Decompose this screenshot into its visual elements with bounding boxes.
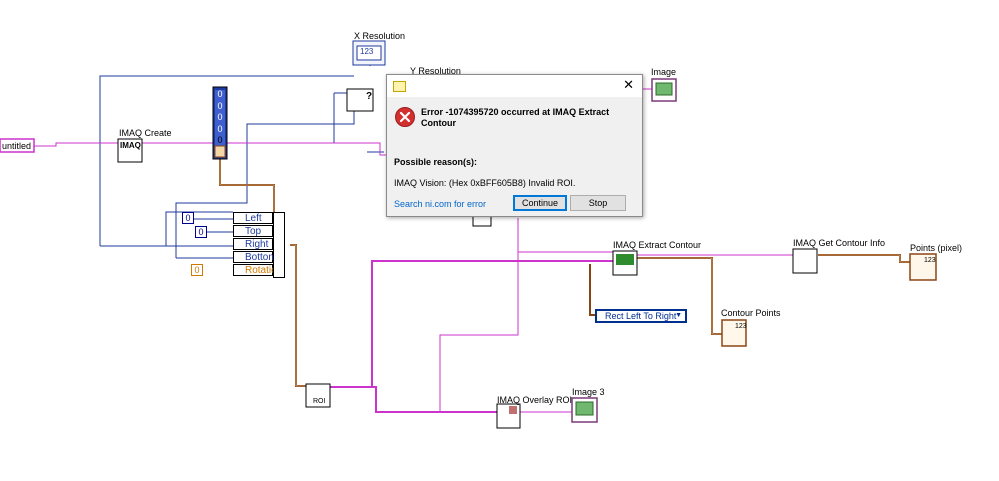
image-3-label: Image 3 — [572, 387, 605, 397]
string-constant[interactable]: untitled — [2, 141, 31, 151]
imaq-overlay-roi-node-mark — [509, 406, 517, 414]
error-reason-text: IMAQ Vision: (Hex 0xBFF605B8) Invalid RO… — [394, 178, 576, 188]
dialog-titlebar: ✕ — [387, 75, 642, 97]
question-tag: ? — [366, 91, 373, 102]
rotation-constant[interactable]: 0 — [191, 264, 203, 276]
error-dialog: ✕ Error -1074395720 occurred at IMAQ Ext… — [386, 74, 643, 217]
labview-app-icon — [393, 81, 406, 92]
imaq-create-tag: IMAQ — [120, 141, 141, 150]
imaq-create-label: IMAQ Create — [119, 128, 172, 138]
x-resolution-value: 123 — [360, 47, 374, 56]
image-label: Image — [651, 67, 677, 77]
contour-points-label: Contour Points — [721, 308, 781, 318]
x-resolution-label: X Resolution — [354, 31, 406, 41]
image-3-indicator-screen — [575, 401, 594, 416]
error-x-icon — [395, 107, 415, 127]
stop-button[interactable]: Stop — [570, 195, 626, 211]
array-value-4: 0 — [217, 135, 223, 145]
roi-tag: ROI — [313, 398, 326, 405]
points-pixel-value: 123 — [924, 257, 936, 264]
continue-button[interactable]: Continue — [513, 195, 567, 211]
image-indicator-screen — [655, 82, 673, 96]
array-value-3: 0 — [217, 123, 223, 134]
points-pixel-label: Points (pixel) — [910, 243, 963, 253]
imaq-extract-contour-node-screen — [616, 254, 634, 265]
error-title: Error -1074395720 occurred at IMAQ Extra… — [421, 107, 610, 128]
close-icon[interactable]: ✕ — [623, 78, 634, 92]
array-constant-values[interactable]: 0 0 0 0 0 — [216, 89, 224, 147]
array-value-1: 0 — [217, 100, 223, 111]
unbundle-row-right: Right — [233, 238, 273, 250]
search-ni-link[interactable]: Search ni.com for error — [394, 199, 486, 209]
imaq-overlay-roi-label: IMAQ Overlay ROI — [497, 395, 573, 405]
imaq-extract-contour-label: IMAQ Extract Contour — [613, 240, 702, 250]
enum-value: Rect Left To Right — [605, 311, 677, 321]
unbundle-row-bottom: Bottom — [233, 251, 277, 263]
imaq-get-contour-info-label: IMAQ Get Contour Info — [793, 238, 886, 248]
contour-direction-enum[interactable]: Rect Left To Right ▼ — [595, 309, 687, 323]
imaq-get-contour-info-node-frame — [792, 248, 818, 274]
array-constant-bottom — [214, 145, 226, 158]
contour-points-value: 123 — [735, 323, 747, 330]
possible-reasons-heading: Possible reason(s): — [394, 157, 478, 167]
unbundle-row-top: Top — [233, 225, 273, 237]
unbundle-row-rotation: Rotation — [233, 264, 282, 276]
left-constant[interactable]: 0 — [182, 212, 194, 224]
array-value-0: 0 — [217, 89, 223, 99]
image-wire-thick — [329, 260, 613, 413]
unbundle-row-left: Left — [233, 212, 273, 224]
unbundle-bar — [273, 212, 285, 278]
chevron-down-icon: ▼ — [675, 312, 682, 319]
top-constant[interactable]: 0 — [195, 226, 207, 238]
unbundle-by-name-node[interactable]: Left Top Right Bottom Rotation — [233, 212, 285, 278]
array-value-2: 0 — [217, 112, 223, 122]
